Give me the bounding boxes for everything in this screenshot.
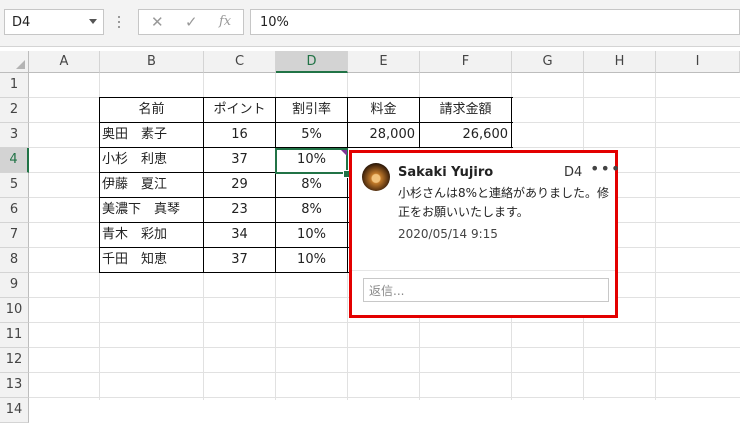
- row-header-5[interactable]: 5: [0, 173, 29, 198]
- fee-cell[interactable]: 28,000: [348, 123, 416, 148]
- column-header-d[interactable]: D: [276, 51, 348, 73]
- drag-handle-icon[interactable]: [118, 16, 120, 30]
- row-header-13[interactable]: 13: [0, 373, 29, 398]
- name-cell[interactable]: 小杉 利恵: [102, 148, 203, 173]
- discount-cell[interactable]: 8%: [276, 173, 347, 198]
- row-header-10[interactable]: 10: [0, 298, 29, 323]
- header-cell-fee[interactable]: 料金: [348, 98, 419, 123]
- points-cell[interactable]: 37: [204, 248, 275, 273]
- header-cell-name[interactable]: 名前: [100, 98, 203, 123]
- column-header-e[interactable]: E: [348, 51, 420, 73]
- cancel-icon[interactable]: ✕: [151, 13, 164, 31]
- reply-placeholder: 返信...: [369, 284, 405, 298]
- discount-cell[interactable]: 5%: [276, 123, 347, 148]
- header-cell-discount[interactable]: 割引率: [276, 98, 347, 123]
- row-header-2[interactable]: 2: [0, 98, 29, 123]
- comment-cell-ref: D4: [564, 165, 583, 180]
- column-header-i[interactable]: I: [656, 51, 740, 73]
- header-cell-points[interactable]: ポイント: [204, 98, 275, 123]
- discount-cell[interactable]: 10%: [276, 223, 347, 248]
- points-cell[interactable]: 34: [204, 223, 275, 248]
- row-header-14[interactable]: 14: [0, 398, 29, 423]
- billing-cell[interactable]: 26,600: [420, 123, 509, 148]
- formula-buttons: ✕ ✓ fx: [138, 9, 244, 35]
- insert-function-icon[interactable]: fx: [219, 14, 231, 29]
- name-cell[interactable]: 青木 彩加: [102, 223, 203, 248]
- discount-cell[interactable]: 10%: [276, 248, 347, 273]
- comment-card: Sakaki Yujiro D4 ••• 小杉さんは8%と連絡がありました。修正…: [349, 150, 621, 318]
- comment-timestamp: 2020/05/14 9:15: [398, 227, 498, 241]
- name-box-value: D4: [12, 15, 31, 30]
- row-header-4[interactable]: 4: [0, 148, 29, 173]
- points-cell[interactable]: 23: [204, 198, 275, 223]
- row-header-7[interactable]: 7: [0, 223, 29, 248]
- comment-divider: [352, 270, 615, 271]
- comment-author: Sakaki Yujiro: [398, 165, 494, 180]
- column-header-f[interactable]: F: [420, 51, 512, 73]
- row-header-6[interactable]: 6: [0, 198, 29, 223]
- chevron-down-icon[interactable]: [89, 19, 97, 24]
- row-header-9[interactable]: 9: [0, 273, 29, 298]
- column-header-a[interactable]: A: [29, 51, 100, 73]
- avatar: [362, 163, 390, 191]
- column-header-b[interactable]: B: [100, 51, 204, 73]
- reply-input[interactable]: 返信...: [363, 278, 609, 302]
- comment-indicator-icon[interactable]: [341, 150, 347, 156]
- name-cell[interactable]: 美濃下 真琴: [102, 198, 203, 223]
- active-cell-selection[interactable]: [275, 148, 348, 174]
- formula-value: 10%: [260, 15, 289, 30]
- select-all-icon: [16, 60, 25, 69]
- formula-input[interactable]: 10%: [250, 9, 740, 35]
- column-header-c[interactable]: C: [204, 51, 276, 73]
- name-cell[interactable]: 奥田 素子: [102, 123, 203, 148]
- points-cell[interactable]: 16: [204, 123, 275, 148]
- header-cell-billing[interactable]: 請求金額: [420, 98, 511, 123]
- enter-icon[interactable]: ✓: [185, 13, 198, 31]
- points-cell[interactable]: 37: [204, 148, 275, 173]
- name-cell[interactable]: 千田 知恵: [102, 248, 203, 273]
- column-header-h[interactable]: H: [584, 51, 656, 73]
- select-all-button[interactable]: [0, 51, 29, 73]
- row-header-12[interactable]: 12: [0, 348, 29, 373]
- formula-bar: D4 ✕ ✓ fx 10%: [0, 0, 740, 47]
- more-options-icon[interactable]: •••: [590, 159, 621, 178]
- points-cell[interactable]: 29: [204, 173, 275, 198]
- name-box[interactable]: D4: [4, 9, 104, 35]
- row-header-8[interactable]: 8: [0, 248, 29, 273]
- row-header-1[interactable]: 1: [0, 73, 29, 98]
- comment-text: 小杉さんは8%と連絡がありました。修正をお願いいたします。: [398, 186, 610, 219]
- row-header-3[interactable]: 3: [0, 123, 29, 148]
- row-header-11[interactable]: 11: [0, 323, 29, 348]
- discount-cell[interactable]: 8%: [276, 198, 347, 223]
- column-header-g[interactable]: G: [512, 51, 584, 73]
- name-cell[interactable]: 伊藤 夏江: [102, 173, 203, 198]
